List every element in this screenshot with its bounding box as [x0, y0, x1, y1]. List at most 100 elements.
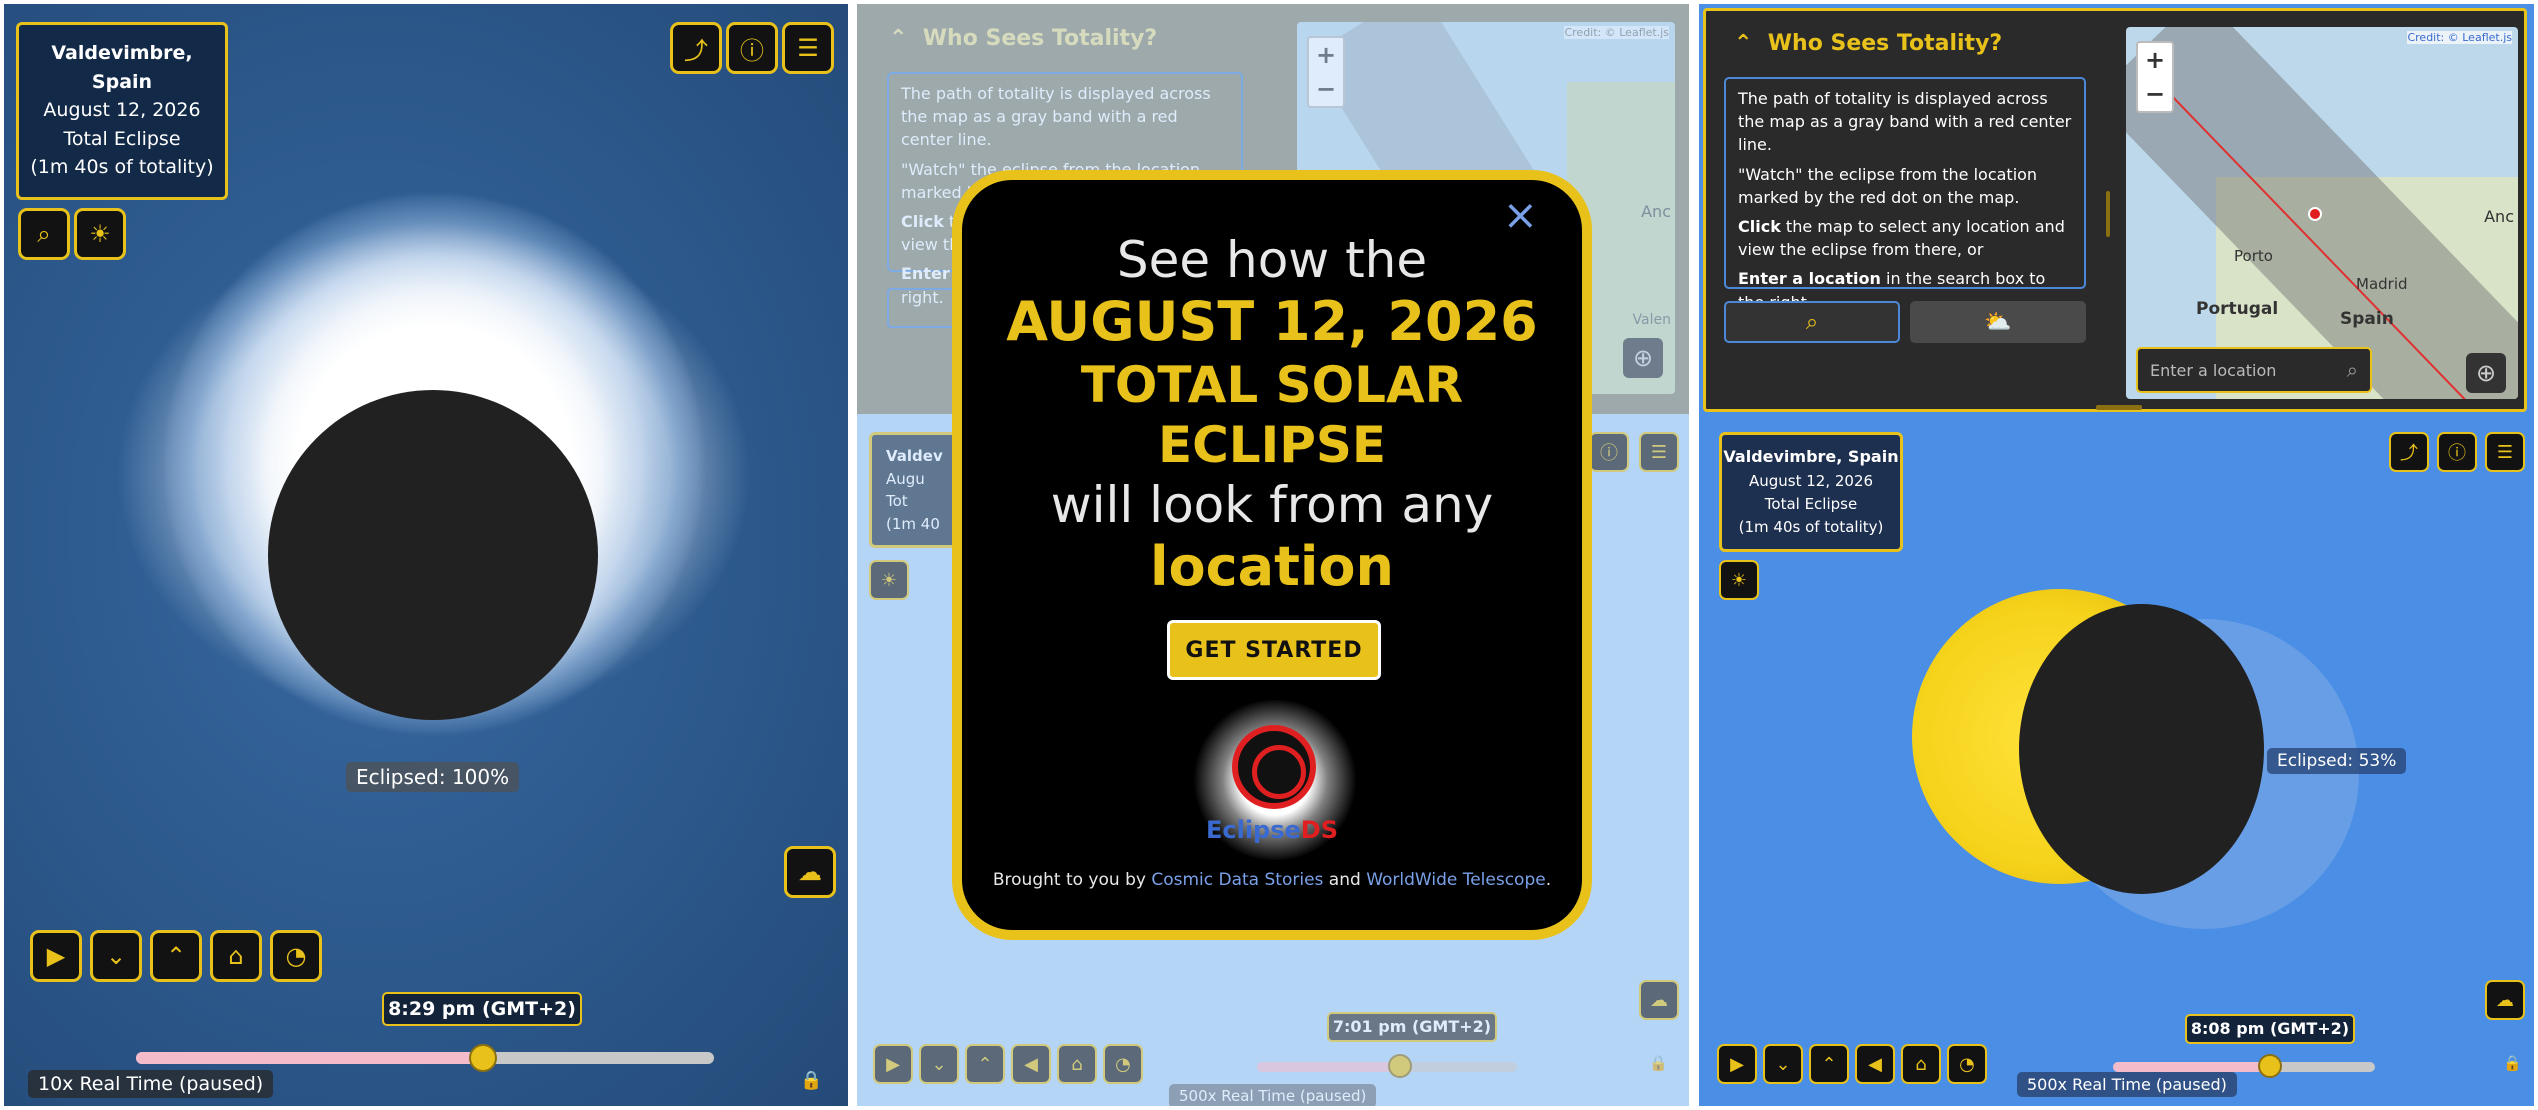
instructions-box: The path of totality is displayed across…	[1724, 77, 2086, 312]
map-mode-button[interactable]: ⌕	[1724, 301, 1900, 343]
play-button[interactable]: ▶	[1717, 1044, 1757, 1084]
resize-handle[interactable]	[2106, 191, 2110, 237]
play-button[interactable]: ▶	[873, 1044, 913, 1084]
speed-up-button[interactable]: ⌃	[1809, 1044, 1849, 1084]
settings-button[interactable]: ☰	[1639, 432, 1679, 472]
info-button[interactable]: ⓘ	[1589, 432, 1629, 472]
location-marker[interactable]	[2308, 207, 2322, 221]
close-icon[interactable]: ×	[1503, 190, 1538, 239]
home-icon: ⌂	[1071, 1053, 1083, 1075]
modal-headline: See how the AUGUST 12, 2026 TOTAL SOLAR …	[962, 180, 1582, 600]
step-back-button[interactable]: ◀	[1011, 1044, 1051, 1084]
desc-p2: "Watch" the eclipse from the location ma…	[1738, 164, 2038, 207]
info-button[interactable]: ⓘ	[726, 22, 778, 74]
speedometer-button[interactable]: ◔	[1103, 1044, 1143, 1084]
moon-disk	[268, 390, 598, 720]
step-back-icon: ◀	[1868, 1053, 1882, 1075]
step-back-icon: ◀	[1024, 1053, 1038, 1075]
lock-icon[interactable]: 🔒	[800, 1070, 822, 1091]
play-icon: ▶	[886, 1053, 900, 1075]
time-slider-knob[interactable]	[1388, 1054, 1412, 1078]
map-label-portugal: Portugal	[2196, 299, 2279, 319]
map-label-madrid: Madrid	[2356, 275, 2408, 293]
sun-cloud-icon: ⛅	[1984, 309, 2012, 335]
sun-clock-icon: ☀	[1730, 569, 1748, 591]
share-button[interactable]: ⤴	[2389, 432, 2429, 472]
get-started-button[interactable]: GET STARTED	[1167, 620, 1381, 680]
locate-button[interactable]: ⊕	[2466, 353, 2506, 393]
speed-up-button[interactable]: ⌃	[150, 930, 202, 982]
totality-map[interactable]: + − Credit: © Leaflet.js Porto Portugal M…	[2126, 27, 2518, 399]
location-search[interactable]: Enter a location ⌕	[2136, 347, 2372, 393]
step-back-button[interactable]: ◀	[1855, 1044, 1895, 1084]
time-slider-track[interactable]	[1257, 1062, 1517, 1072]
time-slider-track[interactable]	[136, 1052, 714, 1064]
totality-duration: (1m 40s of totality)	[30, 156, 214, 178]
zoom-control: + −	[2136, 41, 2174, 113]
info-button[interactable]: ⓘ	[2437, 432, 2477, 472]
locate-button[interactable]: ⊕	[1623, 338, 1663, 378]
worldwide-telescope-link[interactable]: WorldWide Telescope	[1366, 870, 1546, 890]
location-search-input[interactable]: Enter a location	[2150, 361, 2276, 380]
map-search-icon: ⌕	[1805, 309, 1819, 335]
eclipsed-percent: Eclipsed: 53%	[2267, 748, 2407, 774]
sun-clock-button[interactable]: ☀	[74, 208, 126, 260]
home-button[interactable]: ⌂	[210, 930, 262, 982]
speed-label: 500x Real Time (paused)	[2017, 1072, 2237, 1097]
home-button[interactable]: ⌂	[1901, 1044, 1941, 1084]
slow-down-button[interactable]: ⌄	[919, 1044, 959, 1084]
settings-button[interactable]: ☰	[782, 22, 834, 74]
speedometer-button[interactable]: ◔	[1947, 1044, 1987, 1084]
info-icon: ⓘ	[2448, 443, 2466, 464]
desc-p1: The path of totality is displayed across…	[1738, 89, 2072, 155]
search-icon[interactable]: ⌕	[2347, 358, 2358, 382]
location-name: Valdevimbre, Spain	[51, 42, 193, 93]
time-slider-track[interactable]	[2113, 1062, 2375, 1072]
sun-clock-button[interactable]: ☀	[1719, 560, 1759, 600]
zoom-in-button[interactable]: +	[1316, 41, 1336, 69]
speedometer-button[interactable]: ◔	[270, 930, 322, 982]
share-button[interactable]: ⤴	[670, 22, 722, 74]
share-icon: ⤴	[2400, 443, 2418, 464]
speed-up-button[interactable]: ⌃	[965, 1044, 1005, 1084]
who-sees-totality-card: ⌃ Who Sees Totality? The path of totalit…	[1703, 8, 2527, 412]
weather-clock-button[interactable]: ☁	[1639, 980, 1679, 1020]
zoom-in-button[interactable]: +	[2145, 46, 2165, 74]
crosshair-icon: ⊕	[1632, 344, 1654, 372]
time-slider-knob[interactable]	[2258, 1054, 2283, 1078]
weather-clock-button[interactable]: ☁	[784, 846, 836, 898]
eclipse-view-total: Valdevimbre, Spain August 12, 2026 Total …	[4, 4, 848, 1106]
double-chevron-up-icon: ⌃	[977, 1053, 993, 1075]
double-chevron-down-icon: ⌄	[105, 942, 127, 970]
cloud-clock-icon: ☁	[1650, 989, 1668, 1011]
lock-icon[interactable]: 🔒	[2503, 1054, 2522, 1072]
time-label: 8:29 pm (GMT+2)	[382, 992, 582, 1026]
time-slider-fill	[136, 1052, 483, 1064]
cosmic-data-stories-link[interactable]: Cosmic Data Stories	[1151, 870, 1323, 890]
speed-label: 10x Real Time (paused)	[28, 1070, 274, 1098]
home-button[interactable]: ⌂	[1057, 1044, 1097, 1084]
play-button[interactable]: ▶	[30, 930, 82, 982]
weather-clock-button[interactable]: ☁	[2485, 980, 2525, 1020]
map-search-button[interactable]: ⌕	[18, 208, 70, 260]
slow-down-button[interactable]: ⌄	[1763, 1044, 1803, 1084]
slow-down-button[interactable]: ⌄	[90, 930, 142, 982]
zoom-out-button[interactable]: −	[2145, 80, 2165, 108]
weather-mode-button[interactable]: ⛅	[1910, 301, 2086, 343]
collapse-handle[interactable]	[2096, 405, 2142, 410]
home-icon: ⌂	[1915, 1053, 1927, 1075]
zoom-out-button[interactable]: −	[1316, 75, 1336, 103]
sun-clock-button[interactable]: ☀	[869, 560, 909, 600]
section-title[interactable]: ⌃ Who Sees Totality?	[1734, 31, 2002, 56]
time-slider-fill	[1257, 1062, 1400, 1072]
time-slider-knob[interactable]	[468, 1044, 497, 1072]
eclipse-ds-logo-icon	[1232, 725, 1316, 809]
lock-icon[interactable]: 🔒	[1649, 1054, 1668, 1072]
desc-p1: The path of totality is displayed across…	[901, 84, 1211, 150]
speed-label: 500x Real Time (paused)	[1169, 1084, 1377, 1106]
eclipse-type: Total Eclipse	[63, 127, 181, 150]
chevron-up-icon: ⌃	[1734, 31, 1768, 56]
settings-button[interactable]: ☰	[2485, 432, 2525, 472]
zoom-control: + −	[1307, 36, 1345, 108]
sliders-icon: ☰	[2496, 441, 2514, 463]
